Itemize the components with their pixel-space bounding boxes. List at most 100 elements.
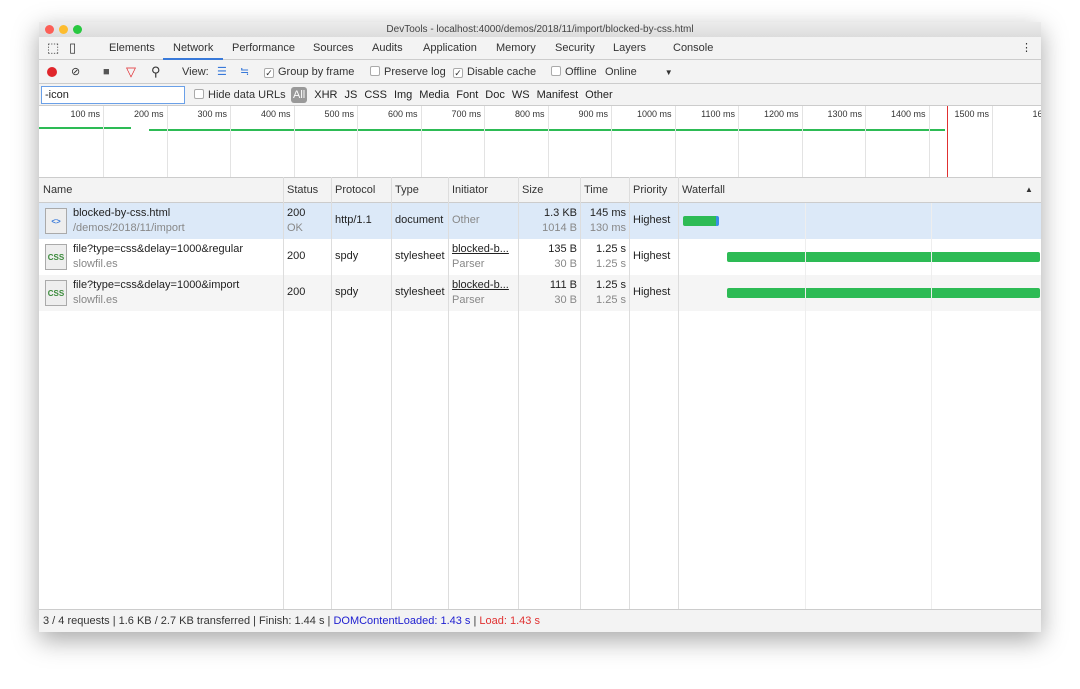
more-menu-icon[interactable]: ⋮ — [1021, 36, 1032, 60]
cell: http/1.1 — [335, 214, 372, 226]
screenshot-icon[interactable]: ■ — [103, 60, 110, 84]
column-priority[interactable]: Priority — [629, 178, 667, 202]
overview-tick-label: 300 ms — [197, 109, 227, 119]
hide-data-urls-checkbox[interactable]: Hide data URLs — [194, 84, 286, 106]
type-filter-doc[interactable]: Doc — [485, 87, 505, 103]
minimize-button[interactable] — [59, 25, 68, 34]
maximize-button[interactable] — [73, 25, 82, 34]
overview-tick-label: 1300 ms — [827, 109, 862, 119]
waterfall-bar — [727, 288, 1040, 298]
cell: 1.25 s — [596, 243, 626, 255]
cell: file?type=css&delay=1000&import — [73, 279, 240, 291]
search-icon[interactable]: ⚲ — [151, 60, 161, 84]
disable-cache-checkbox[interactable]: ✓ Disable cache — [453, 60, 536, 84]
tab-elements[interactable]: Elements — [109, 37, 155, 60]
css-file-icon: CSS — [45, 244, 67, 270]
filter-icon[interactable]: ▽ — [126, 60, 136, 84]
initiator-link[interactable]: Other — [452, 213, 480, 228]
type-filter-img[interactable]: Img — [394, 87, 412, 103]
overview-tick-label: 1200 ms — [763, 109, 799, 119]
column-divider — [580, 177, 581, 609]
group-by-frame-checkbox[interactable]: ✓ Group by frame — [264, 60, 354, 84]
tab-layers[interactable]: Layers — [613, 37, 646, 60]
clear-icon[interactable]: ⊘ — [71, 60, 80, 84]
type-filter-media[interactable]: Media — [419, 87, 449, 103]
record-icon[interactable] — [47, 67, 57, 77]
cell-sub: OK — [287, 222, 303, 234]
filter-bar: -icon Hide data URLs All XHR JS CSS Img … — [39, 84, 1041, 106]
column-initiator[interactable]: Initiator — [448, 178, 488, 202]
overview-icon[interactable]: ≒ — [240, 60, 249, 84]
column-divider — [448, 177, 449, 609]
type-filter-ws[interactable]: WS — [512, 87, 530, 103]
overview-tick-label: 1500 ms — [954, 109, 989, 119]
filter-input[interactable]: -icon — [41, 86, 185, 104]
type-filter-manifest[interactable]: Manifest — [537, 87, 579, 103]
column-divider — [283, 177, 284, 609]
tab-memory[interactable]: Memory — [496, 37, 536, 60]
tab-network[interactable]: Network — [163, 37, 224, 60]
resource-type-filters: All XHR JS CSS Img Media Font Doc WS Man… — [291, 87, 613, 103]
type-filter-css[interactable]: CSS — [364, 87, 387, 103]
column-divider — [518, 177, 519, 609]
table-row[interactable]: <> blocked-by-css.html/demos/2018/11/impo… — [39, 203, 1041, 239]
inspect-icon[interactable]: ⬚ — [47, 36, 59, 60]
tab-sources[interactable]: Sources — [313, 37, 353, 60]
column-time[interactable]: Time — [580, 178, 608, 202]
css-file-icon: CSS — [45, 280, 67, 306]
type-filter-all[interactable]: All — [291, 87, 308, 103]
table-row[interactable]: CSS file?type=css&delay=1000&import slowfi… — [39, 275, 1041, 311]
sort-ascending-icon[interactable]: ▲ — [1021, 178, 1033, 202]
column-name[interactable]: Name — [39, 178, 72, 202]
devtools-window: DevTools - localhost:4000/demos/2018/11/… — [39, 22, 1041, 632]
tab-application[interactable]: Application — [423, 37, 477, 60]
cell: spdy — [335, 250, 359, 262]
tab-audits[interactable]: Audits — [372, 37, 403, 60]
cell-sub: slowfil.es — [73, 294, 118, 306]
cell: 200 — [287, 250, 306, 262]
tab-security[interactable]: Security — [555, 37, 595, 60]
timeline-overview[interactable]: 100 ms 200 ms 300 ms 400 ms 500 ms 600 ms 700 … — [39, 106, 1041, 177]
cell: Highest — [633, 214, 671, 226]
title-bar: DevTools - localhost:4000/demos/2018/11/… — [39, 22, 1041, 37]
overview-gridline — [484, 106, 485, 177]
overview-gridline — [166, 106, 168, 177]
cell-sub: 1.25 s — [596, 258, 626, 270]
tab-console[interactable]: Console — [673, 37, 713, 60]
type-filter-js[interactable]: JS — [344, 87, 357, 103]
throttle-select[interactable]: Online ▼ — [605, 60, 673, 85]
type-filter-xhr[interactable]: XHR — [314, 87, 337, 103]
cell-sub: slowfil.es — [73, 258, 118, 270]
window-title: DevTools - localhost:4000/demos/2018/11/… — [386, 24, 694, 35]
html-file-icon: <> — [45, 208, 67, 234]
cell: 1.25 s — [596, 279, 626, 291]
device-toggle-icon[interactable]: ▯ — [69, 36, 76, 60]
cell: 135 B — [548, 243, 577, 255]
column-waterfall[interactable]: Waterfall — [678, 178, 725, 202]
column-status[interactable]: Status — [283, 178, 318, 202]
offline-checkbox[interactable]: Offline — [551, 60, 597, 84]
initiator-link[interactable]: blocked-b... — [452, 278, 509, 293]
load-marker — [947, 106, 948, 177]
table-row[interactable]: CSS file?type=css&delay=1000&regular slowf… — [39, 239, 1041, 275]
large-rows-icon[interactable]: ☰ — [217, 60, 227, 84]
status-bar: 3 / 4 requests | 1.6 KB / 2.7 KB transfe… — [39, 609, 1041, 632]
initiator-link[interactable]: blocked-b... — [452, 242, 509, 257]
overview-tick-label: 1000 ms — [636, 109, 672, 119]
column-size[interactable]: Size — [518, 178, 543, 202]
tab-performance[interactable]: Performance — [232, 37, 295, 60]
cell: stylesheet — [395, 286, 445, 298]
overview-gridline — [674, 106, 676, 177]
type-filter-other[interactable]: Other — [585, 87, 613, 103]
column-divider — [678, 177, 679, 609]
overview-gridline — [547, 106, 549, 177]
type-filter-font[interactable]: Font — [456, 87, 478, 103]
close-button[interactable] — [45, 25, 54, 34]
column-divider — [331, 177, 332, 609]
preserve-log-checkbox[interactable]: Preserve log — [370, 60, 446, 84]
column-protocol[interactable]: Protocol — [331, 178, 375, 202]
cell: 111 B — [549, 279, 577, 291]
column-type[interactable]: Type — [391, 178, 419, 202]
waterfall-gridline — [931, 203, 932, 609]
cell: 200 — [287, 286, 306, 298]
